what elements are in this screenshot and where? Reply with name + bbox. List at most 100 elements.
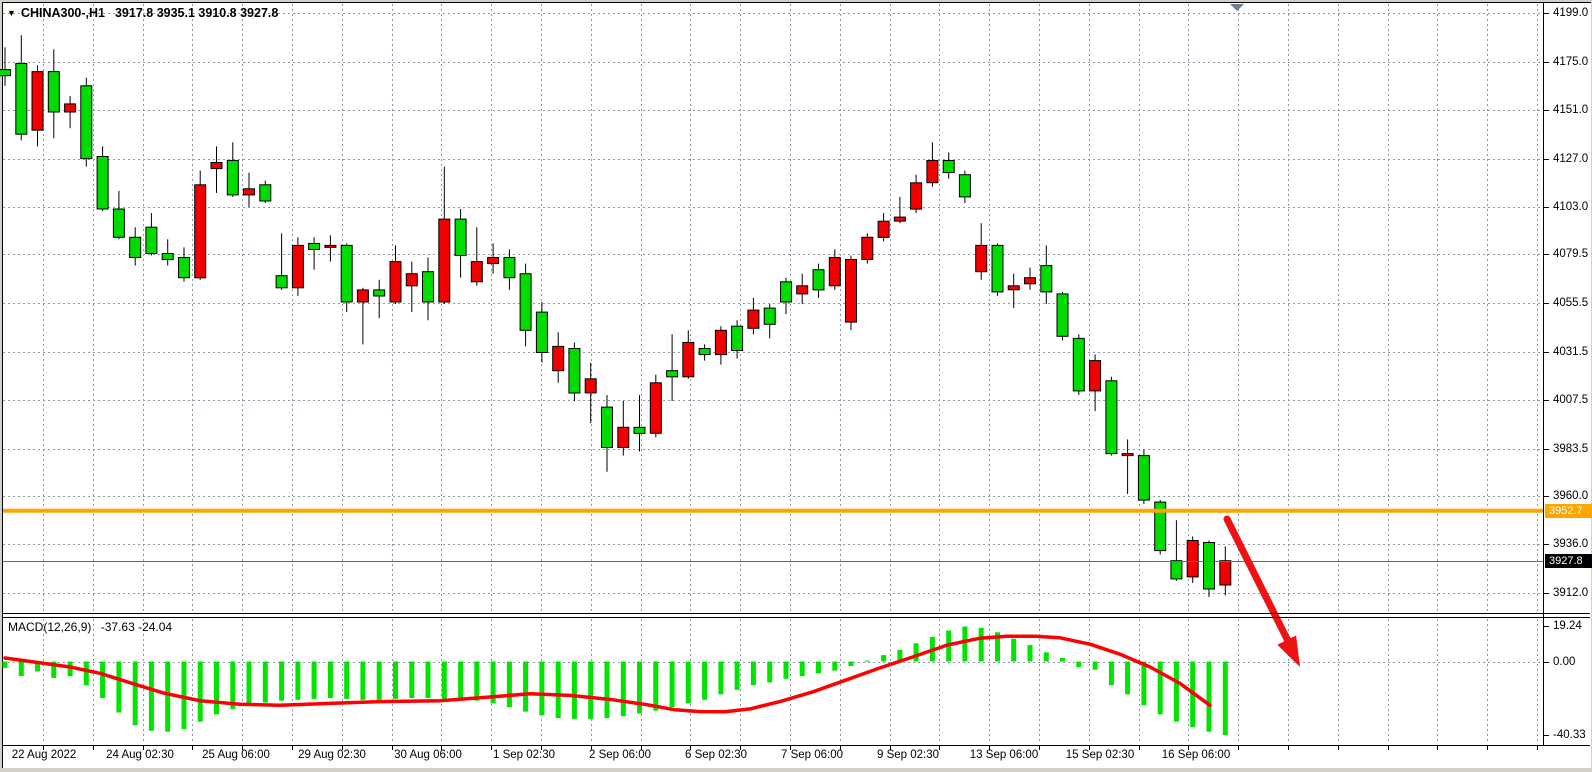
symbol-dropdown-icon[interactable]: ▼ <box>7 7 16 19</box>
candle-body <box>797 286 808 294</box>
candle-body <box>1025 278 1036 284</box>
mt4-chart-window: ▼ CHINA300-,H1 3917.8 3935.1 3910.8 3927… <box>0 0 1592 772</box>
candle-body <box>179 258 190 278</box>
macd-histogram-bar <box>539 662 544 716</box>
macd-histogram-bar <box>393 662 398 699</box>
candle-body <box>553 346 564 370</box>
macd-histogram-bar <box>1125 662 1130 695</box>
candle-body <box>1090 361 1101 391</box>
candle-body <box>1220 561 1231 585</box>
macd-histogram-bar <box>116 662 121 713</box>
chart-shift-marker-icon[interactable] <box>1230 4 1244 11</box>
candle-body <box>1171 561 1182 579</box>
macd-histogram-bar <box>344 662 349 699</box>
candle-body <box>325 245 336 247</box>
candle-body <box>911 183 922 209</box>
candle-body <box>162 254 173 260</box>
candle-body <box>1187 541 1198 577</box>
price-scale[interactable] <box>1544 3 1592 745</box>
candle-body <box>520 274 531 331</box>
orange-line-price-tag: 3952.7 <box>1545 504 1592 518</box>
macd-histogram-bar <box>442 662 447 699</box>
candle-body <box>683 342 694 376</box>
macd-histogram-bar <box>523 662 528 712</box>
candle-body <box>976 245 987 271</box>
candle-body <box>439 219 450 302</box>
macd-histogram-bar <box>914 643 919 661</box>
macd-histogram-bar <box>149 662 154 731</box>
indicator-values: -37.63 -24.04 <box>101 620 172 634</box>
panel-separator[interactable] <box>2 613 1590 614</box>
macd-histogram-bar <box>865 661 870 662</box>
candle-body <box>97 157 108 210</box>
candle-body <box>390 262 401 302</box>
chart-canvas[interactable] <box>0 0 1592 772</box>
macd-histogram-bar <box>849 662 854 667</box>
macd-histogram-bar <box>767 662 772 683</box>
candle-body <box>732 326 743 350</box>
candle-body <box>585 379 596 393</box>
time-scale-border <box>2 745 1590 746</box>
candle-body <box>764 308 775 324</box>
ohlc-values: 3917.8 3935.1 3910.8 3927.8 <box>115 6 278 20</box>
macd-histogram-bar <box>637 662 642 714</box>
macd-histogram-bar <box>474 662 479 701</box>
candle-body <box>602 407 613 447</box>
macd-histogram-bar <box>1109 662 1114 686</box>
macd-histogram-bar <box>1060 658 1065 662</box>
candle-body <box>488 258 499 264</box>
candle-body <box>374 290 385 296</box>
macd-histogram-bar <box>670 662 675 708</box>
candle-body <box>0 70 11 76</box>
candle-body <box>927 161 938 183</box>
candle-body <box>650 383 661 434</box>
candle-body <box>1204 543 1215 590</box>
macd-histogram-bar <box>198 662 203 722</box>
panel-separator[interactable] <box>2 617 1590 618</box>
macd-histogram-bar <box>214 662 219 715</box>
candle-body <box>195 185 206 278</box>
candle-body <box>276 276 287 288</box>
candle-body <box>813 270 824 290</box>
macd-histogram-bar <box>751 662 756 686</box>
macd-histogram-bar <box>588 662 593 719</box>
candle-body <box>1138 456 1149 501</box>
macd-histogram-bar <box>832 662 837 671</box>
macd-histogram-bar <box>100 662 105 699</box>
time-scale[interactable] <box>2 746 1543 768</box>
trend-arrow[interactable] <box>1227 519 1288 641</box>
candle-body <box>846 260 857 323</box>
macd-histogram-bar <box>735 662 740 690</box>
candle-body <box>504 258 515 278</box>
candle-body <box>943 161 954 173</box>
candle-body <box>862 237 873 259</box>
macd-histogram-bar <box>247 662 252 706</box>
candle-body <box>423 272 434 302</box>
candle-body <box>748 310 759 328</box>
candle-body <box>16 64 27 135</box>
candle-body <box>227 161 238 195</box>
macd-histogram-bar <box>962 627 967 662</box>
symbol-period-label: CHINA300-,H1 <box>21 6 105 20</box>
macd-histogram-bar <box>507 662 512 708</box>
candle-body <box>1122 454 1133 456</box>
candle-body <box>32 72 43 131</box>
macd-histogram-bar <box>702 662 707 700</box>
candle-body <box>992 245 1003 292</box>
macd-histogram-bar <box>426 662 431 699</box>
macd-histogram-bar <box>84 662 89 686</box>
candle-body <box>1057 294 1068 336</box>
macd-histogram-bar <box>816 662 821 674</box>
candle-body <box>65 104 76 112</box>
macd-histogram-bar <box>718 662 723 695</box>
candle-body <box>959 175 970 197</box>
chart-info-line: ▼ CHINA300-,H1 3917.8 3935.1 3910.8 3927… <box>7 6 278 20</box>
candle-body <box>260 185 271 201</box>
macd-histogram-bar <box>360 662 365 700</box>
macd-histogram-bar <box>1044 652 1049 661</box>
indicator-name: MACD(12,26,9) <box>8 620 91 634</box>
macd-histogram-bar <box>409 662 414 699</box>
macd-histogram-bar <box>572 662 577 719</box>
candle-body <box>1073 338 1084 391</box>
macd-histogram-bar <box>165 662 170 732</box>
